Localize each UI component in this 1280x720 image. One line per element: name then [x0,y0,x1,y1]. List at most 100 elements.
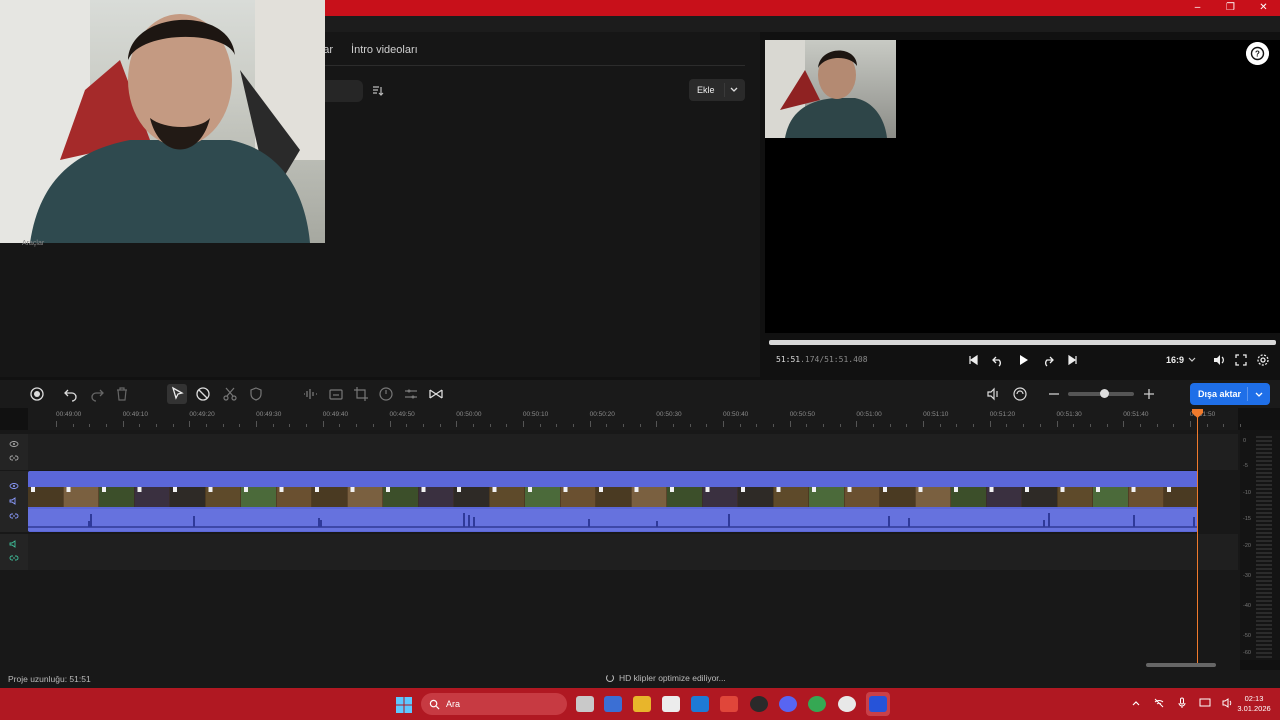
ruler-label: 00:49:10 [122,411,148,418]
taskbar-clock[interactable]: 02:13 3.01.2026 [1232,694,1276,714]
ruler-tick [456,421,458,427]
ruler-tick [823,424,825,427]
ruler-label: 00:51:30 [1056,411,1082,418]
clip-thumbnail-marker [954,487,958,492]
skip-end-icon[interactable] [1066,353,1080,367]
ruler-tick [889,424,891,427]
export-button[interactable]: Dışa aktar [1190,383,1270,405]
minimize-button[interactable]: – [1181,0,1214,16]
step-back-icon[interactable] [991,353,1005,367]
store-icon[interactable] [662,696,680,712]
link-icon[interactable] [9,511,19,521]
step-forward-icon[interactable] [1041,353,1055,367]
record-icon[interactable] [29,386,45,402]
playhead-handle[interactable] [1192,409,1203,418]
clip-thumbnail-marker [421,487,426,492]
app-icon[interactable] [720,696,738,712]
clip-thumbnail-marker [563,487,568,492]
ruler-tick [756,424,758,427]
volume-icon[interactable] [1212,353,1226,367]
crop-icon[interactable] [353,386,369,402]
meter-label: -15 [1243,516,1251,522]
restore-button[interactable]: ❐ [1214,0,1247,16]
windows-start-icon[interactable] [396,697,412,713]
file-explorer-icon[interactable] [633,696,651,712]
play-icon[interactable] [1016,353,1030,367]
chevron-up-icon[interactable] [1130,697,1142,709]
eye-icon[interactable] [9,481,19,491]
chevron-down-icon[interactable] [729,84,739,94]
select-tool-button[interactable] [167,384,187,404]
taskbar-search[interactable]: Ara [421,693,567,715]
speaker-icon[interactable] [9,539,19,549]
meter-label: -20 [1243,543,1251,549]
ruler-tick [873,424,875,427]
shield-icon[interactable] [248,386,264,402]
task-view-icon[interactable] [576,696,594,712]
zoom-slider-handle[interactable] [1100,389,1109,398]
chrome-icon[interactable] [808,696,826,712]
m365-icon[interactable] [604,696,622,712]
ruler-tick [906,424,908,427]
tab-intro-videos[interactable]: İntro videoları [351,42,418,64]
close-button[interactable]: ✕ [1247,0,1280,16]
project-length: Proje uzunluğu: 51:51 [8,674,91,684]
clip-thumbnail-marker [315,487,319,492]
link-icon[interactable] [9,453,19,463]
adjust-icon[interactable] [403,386,419,402]
search-input[interactable] [325,80,363,102]
timeline-ruler[interactable]: 00:49:00 00:49:10 00:49:20 00:49:30 00:49:40… [28,408,1241,430]
zoom-in-icon[interactable] [1141,386,1157,402]
sort-icon[interactable] [370,84,384,98]
waveform-peak [468,515,470,527]
microphone-icon[interactable] [1176,697,1188,709]
transition-icon[interactable] [428,386,444,402]
playhead[interactable] [1197,410,1198,665]
help-icon[interactable]: ? [1246,42,1269,65]
ruler-tick [1023,424,1025,427]
eye-icon[interactable] [9,439,19,449]
disable-icon[interactable] [195,386,211,402]
split-icon[interactable] [222,386,238,402]
video-clip[interactable] [28,471,1198,532]
ruler-tick [539,424,541,427]
clip-thumbnail-marker [1167,487,1171,492]
clip-thumbnail-marker [31,487,35,492]
speaker-icon[interactable] [9,496,19,506]
trash-icon[interactable] [114,386,130,402]
export-button-label: Dışa aktar [1198,389,1242,399]
skip-start-icon[interactable] [966,353,980,367]
steam-icon[interactable] [750,696,768,712]
discord-icon[interactable] [779,696,797,712]
display-icon[interactable] [1199,697,1211,709]
settings-icon[interactable] [1256,353,1270,367]
network-off-icon[interactable] [1153,697,1165,709]
timeline-scrollbar[interactable] [1146,663,1216,667]
preview-canvas[interactable] [765,40,1280,333]
speed-icon[interactable] [378,386,394,402]
zoom-out-icon[interactable] [1046,386,1062,402]
redo-icon[interactable] [89,386,105,402]
playback-progress-bar[interactable] [769,340,1276,345]
outlook-icon[interactable] [691,696,709,712]
link-icon[interactable] [9,553,19,563]
ruler-tick [506,424,508,427]
track-1[interactable] [28,434,1238,470]
clip-thumbnail-marker [279,487,284,492]
audio-wave-icon[interactable] [302,386,318,402]
waveform-peak [320,520,322,527]
chevron-down-icon[interactable] [1254,389,1264,399]
track-3[interactable] [28,534,1238,570]
chevron-down-icon[interactable] [1188,355,1196,363]
add-button[interactable]: Ekle [689,79,745,101]
settings-app-icon[interactable] [838,696,856,712]
aspect-ratio-select[interactable]: 16:9 [1166,355,1184,365]
meter-label: -10 [1243,490,1251,496]
waveform-peak [588,519,590,527]
fullscreen-icon[interactable] [1234,353,1248,367]
ruler-tick [622,424,624,427]
audio-split-icon[interactable] [986,386,1002,402]
caption-icon[interactable] [328,386,344,402]
snap-icon[interactable] [1012,386,1028,402]
undo-icon[interactable] [63,386,79,402]
